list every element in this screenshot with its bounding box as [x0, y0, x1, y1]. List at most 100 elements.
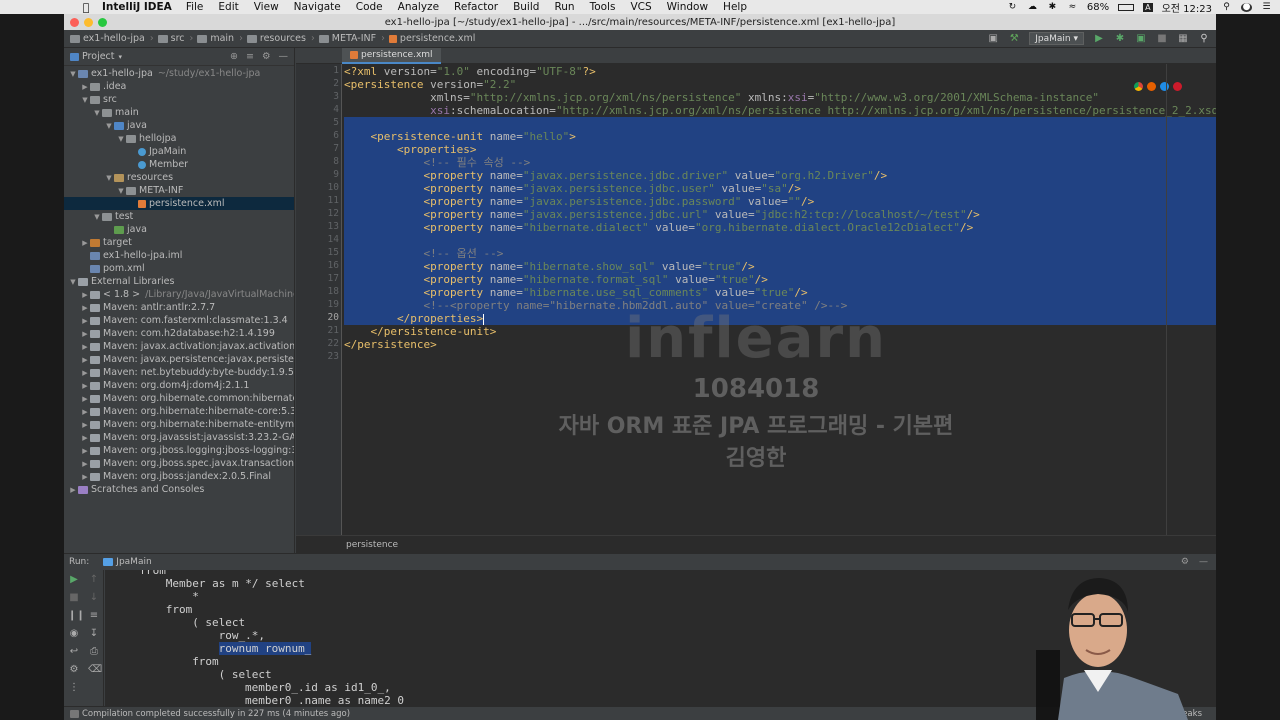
tree-item[interactable]: ▼ ex1-hello-jpa ~/study/ex1-hello-jpa [64, 67, 294, 80]
firefox-icon[interactable] [1147, 82, 1156, 91]
chevron-down-icon[interactable]: ▼ [116, 185, 126, 197]
chevron-right-icon[interactable]: ▶ [80, 289, 90, 301]
status-icon[interactable] [70, 709, 79, 718]
tree-item[interactable]: ▼ main [64, 106, 294, 119]
menu-file[interactable]: File [186, 1, 204, 13]
menu-help[interactable]: Help [723, 1, 747, 13]
chevron-down-icon[interactable]: ▼ [92, 211, 102, 223]
breadcrumb-item[interactable]: src › [157, 33, 193, 44]
chevron-right-icon[interactable]: ▶ [80, 458, 90, 470]
tree-item[interactable]: JpaMain [64, 145, 294, 158]
menu-edit[interactable]: Edit [218, 1, 238, 13]
code-line[interactable]: <property name="hibernate.use_sql_commen… [344, 286, 807, 299]
chevron-down-icon[interactable]: ▼ [104, 120, 114, 132]
breadcrumb-item[interactable]: persistence.xml [388, 33, 475, 44]
tree-item[interactable]: ▶ Maven: com.fasterxml:classmate:1.3.4 [64, 314, 294, 327]
run-icon[interactable]: ▶ [1093, 33, 1105, 45]
trash-icon[interactable]: ⌫ [88, 664, 102, 676]
tree-item[interactable]: ▼ java [64, 119, 294, 132]
menu-build[interactable]: Build [513, 1, 539, 13]
collapse-icon[interactable]: ≡ [246, 51, 254, 62]
menu-navigate[interactable]: Navigate [294, 1, 341, 13]
chevron-right-icon[interactable]: ▶ [80, 445, 90, 457]
menu-window[interactable]: Window [667, 1, 708, 13]
chevron-right-icon[interactable]: ▶ [80, 354, 90, 366]
wifi-icon[interactable]: ≈ [1067, 2, 1078, 12]
code-line[interactable]: <!--<property name="hibernate.hbm2ddl.au… [344, 299, 847, 312]
chevron-down-icon[interactable]: ▾ [119, 53, 123, 61]
tree-item[interactable]: ▼ src [64, 93, 294, 106]
chevron-right-icon[interactable]: ▶ [80, 406, 90, 418]
code-line[interactable]: <property name="hibernate.format_sql" va… [344, 273, 767, 286]
menu-vcs[interactable]: VCS [630, 1, 651, 13]
pause-icon[interactable]: ❙❙ [68, 610, 85, 622]
print-icon[interactable]: ⎙ [88, 646, 100, 658]
chevron-right-icon[interactable]: ▶ [80, 81, 90, 93]
chevron-down-icon[interactable]: ▼ [104, 172, 114, 184]
breadcrumb-item[interactable]: ex1-hello-jpa › [70, 33, 154, 44]
tree-item[interactable]: ▶ Scratches and Consoles [64, 483, 294, 496]
menu-list-icon[interactable]: ☰ [1261, 2, 1272, 12]
chevron-down-icon[interactable]: ▼ [92, 107, 102, 119]
opera-icon[interactable] [1173, 82, 1182, 91]
tree-item[interactable]: ▶ target [64, 236, 294, 249]
tree-item[interactable]: ▼ hellojpa [64, 132, 294, 145]
down-icon[interactable]: ↓ [88, 592, 100, 604]
chevron-down-icon[interactable]: ▼ [68, 276, 78, 288]
code-line[interactable]: <!-- 옵션 --> [344, 247, 503, 260]
stop-icon[interactable]: ■ [1156, 33, 1168, 45]
locate-icon[interactable]: ⊕ [230, 51, 238, 62]
tree-item[interactable]: Member [64, 158, 294, 171]
tree-item[interactable]: ▶ Maven: org.jboss.logging:jboss-logging:… [64, 444, 294, 457]
chevron-right-icon[interactable]: ▶ [80, 315, 90, 327]
hide-icon[interactable]: — [1199, 557, 1208, 567]
tree-item[interactable]: ▶ Maven: net.bytebuddy:byte-buddy:1.9.5 [64, 366, 294, 379]
chevron-right-icon[interactable]: ▶ [80, 432, 90, 444]
menu-run[interactable]: Run [554, 1, 574, 13]
chevron-right-icon[interactable]: ▶ [80, 393, 90, 405]
chevron-right-icon[interactable]: ▶ [80, 302, 90, 314]
scroll-end-icon[interactable]: ↧ [88, 628, 100, 640]
sync-icon[interactable]: ↻ [1007, 2, 1018, 12]
battery-icon[interactable] [1118, 3, 1135, 11]
tree-item[interactable]: pom.xml [64, 262, 294, 275]
code-line[interactable]: <persistence version="2.2" [344, 78, 516, 91]
tree-item[interactable]: ▶ Maven: com.h2database:h2:1.4.199 [64, 327, 294, 340]
project-panel-title[interactable]: Project [82, 51, 115, 62]
code-line[interactable]: </properties> [344, 312, 485, 325]
gear-icon[interactable]: ⚙ [1181, 557, 1189, 567]
tree-item[interactable]: ▶ Maven: org.dom4j:dom4j:2.1.1 [64, 379, 294, 392]
project-structure-icon[interactable]: ▦ [1177, 33, 1189, 45]
menu-refactor[interactable]: Refactor [454, 1, 498, 13]
tree-item[interactable]: ▶ Maven: antlr:antlr:2.7.7 [64, 301, 294, 314]
menu-tools[interactable]: Tools [590, 1, 616, 13]
code-line[interactable]: <properties> [344, 143, 476, 156]
tree-item[interactable]: ▶ Maven: org.jboss:jandex:2.0.5.Final [64, 470, 294, 483]
build-icon[interactable]: ⚒ [1008, 33, 1020, 45]
breadcrumb-item[interactable]: main › [197, 33, 243, 44]
tree-item[interactable]: ▼ External Libraries [64, 275, 294, 288]
code-line[interactable]: <persistence-unit name="hello"> [344, 130, 576, 143]
safari-icon[interactable] [1160, 82, 1169, 91]
chevron-right-icon[interactable]: ▶ [80, 471, 90, 483]
code-editor[interactable]: 1 2 3 4 5 6 7 8 9 10 11 12 13 14 15 16 17 18 19 20 21 22 23 <?… [296, 64, 1216, 535]
stop-icon[interactable]: ■ [68, 592, 80, 604]
tree-item[interactable]: ▼ META-INF [64, 184, 294, 197]
tree-item[interactable]: ▶ Maven: org.javassist:javassist:3.23.2-G… [64, 431, 294, 444]
chevron-right-icon[interactable]: ▶ [80, 341, 90, 353]
code-line[interactable]: <property name="hibernate.dialect" value… [344, 221, 973, 234]
tree-item[interactable]: ▶ < 1.8 > /Library/Java/JavaVirtualMachine… [64, 288, 294, 301]
tree-item[interactable]: persistence.xml [64, 197, 294, 210]
app-menu[interactable]: IntelliJ IDEA [102, 1, 172, 13]
chevron-right-icon[interactable]: ▶ [80, 328, 90, 340]
tree-item[interactable]: java [64, 223, 294, 236]
run-config-select[interactable]: JpaMain ▾ [1029, 32, 1084, 45]
code-line[interactable]: xsi:schemaLocation="http://xmlns.jcp.org… [344, 104, 1216, 117]
tree-item[interactable]: ▶ Maven: javax.persistence:javax.persiste… [64, 353, 294, 366]
chevron-down-icon[interactable]: ▼ [68, 68, 78, 80]
code-line[interactable]: <property name="javax.persistence.jdbc.d… [344, 169, 887, 182]
menu-code[interactable]: Code [356, 1, 383, 13]
chevron-right-icon[interactable]: ▶ [80, 367, 90, 379]
tree-item[interactable]: ▶ Maven: org.hibernate:hibernate-entityma… [64, 418, 294, 431]
code-line[interactable]: <?xml version="1.0" encoding="UTF-8"?> [344, 65, 596, 78]
